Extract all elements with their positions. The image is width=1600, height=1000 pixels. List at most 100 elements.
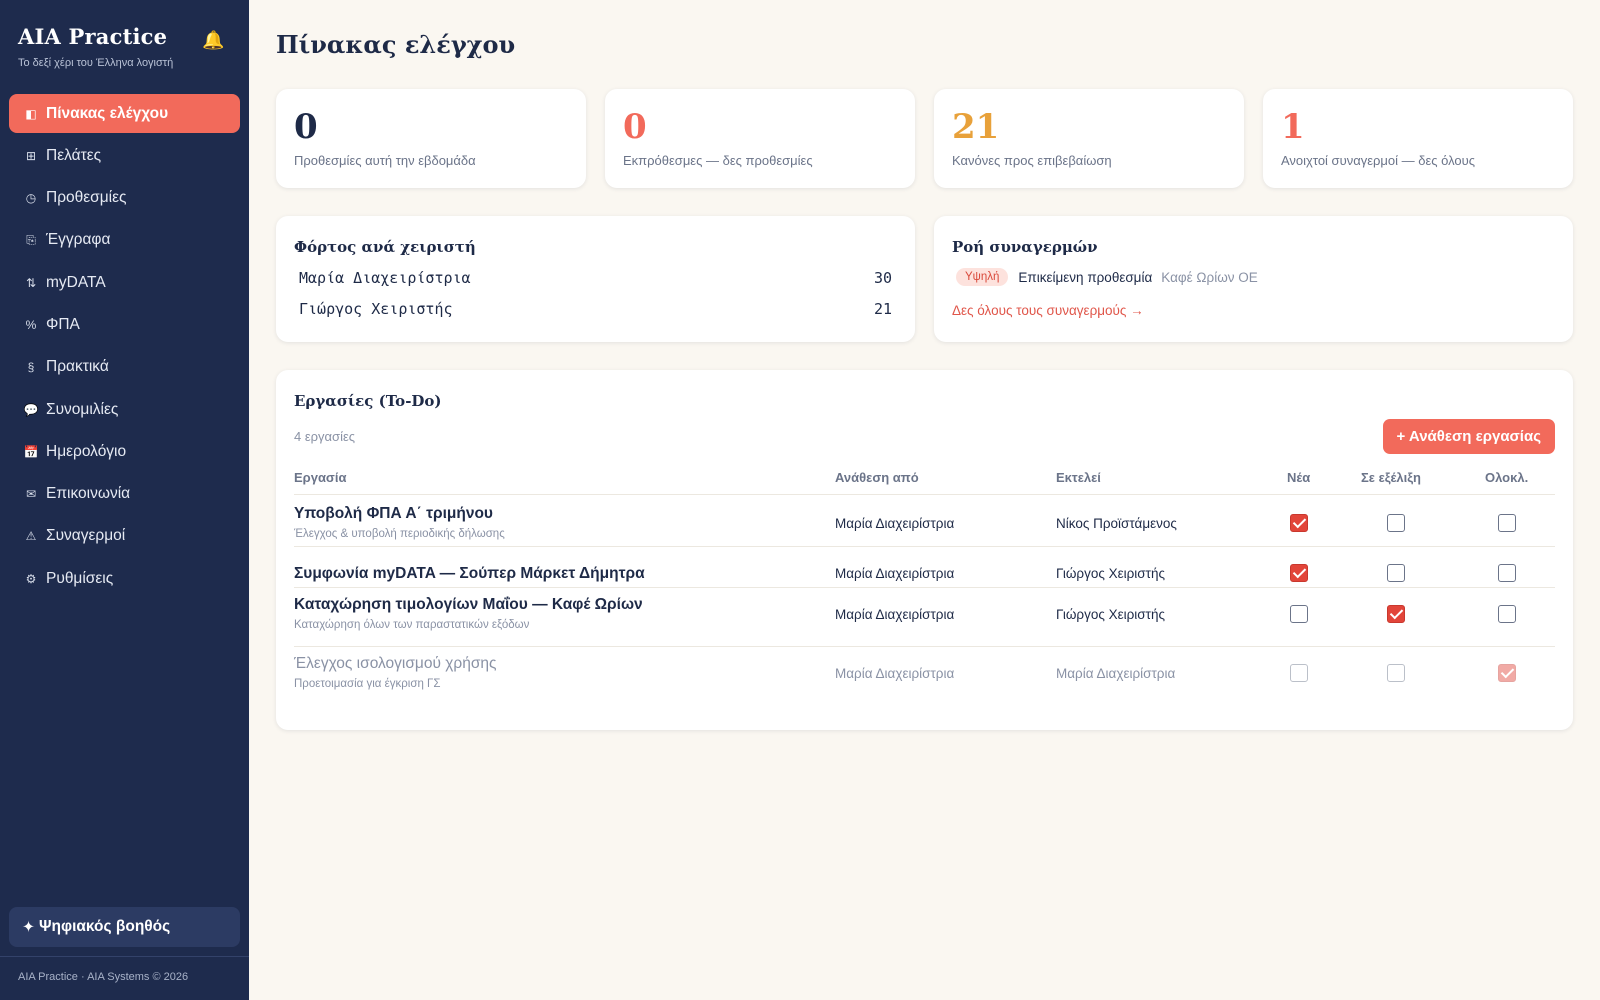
sidebar-nav: ◧ Πίνακας ελέγχου ⊞ Πελάτες ◷ Προθεσμίες ⎘ Έγγρ… [9, 94, 240, 602]
sidebar-item-label: Ημερολόγιο [46, 442, 127, 460]
bell-icon[interactable]: 🔔 [202, 30, 224, 51]
sparkle-icon: ✦ [22, 918, 35, 936]
sidebar-item-label: myDATA [46, 273, 106, 291]
sidebar-item-6[interactable]: § Πρακτικά [9, 348, 240, 387]
sidebar-item-10[interactable]: ⚠ Συναγερμοί [9, 517, 240, 556]
sidebar-item-4[interactable]: ⇅ myDATA [9, 263, 240, 302]
stat-value: 1 [1281, 107, 1305, 147]
digital-assistant-button[interactable]: ✦ Ψηφιακός βοηθός [9, 907, 240, 947]
brand-title: AIA Practice [18, 24, 168, 49]
header-divider [294, 494, 1555, 495]
sidebar-item-0[interactable]: ◧ Πίνακας ελέγχου [9, 94, 240, 133]
stat-card-overdue[interactable]: 0 Εκπρόθεσμες — δες προθεσμίες [605, 89, 915, 188]
todo-card: Εργασίες (To-Do) 4 εργασίες + Ανάθεση ερ… [276, 370, 1573, 730]
sidebar-item-label: Ρυθμίσεις [46, 569, 114, 587]
nav-icon: % [25, 317, 37, 332]
task-executor: Γιώργος Χειριστής [1056, 566, 1165, 581]
task-description: Καταχώρηση όλων των παραστατικών εξόδων [294, 619, 530, 631]
status-done-checkbox[interactable] [1498, 664, 1516, 682]
task-title[interactable]: Υποβολή ΦΠΑ Α΄ τριμήνου [294, 505, 493, 523]
nav-icon: 💬 [23, 402, 39, 417]
task-assigned-by: Μαρία Διαχειρίστρια [835, 566, 955, 581]
operator-name: Μαρία Διαχειρίστρια [299, 269, 471, 287]
alert-text: Επικείμενη προθεσμία [1018, 269, 1153, 285]
assistant-label: Ψηφιακός βοηθός [39, 918, 171, 935]
task-assigned-by: Μαρία Διαχειρίστρια [835, 607, 955, 622]
sidebar-item-5[interactable]: % ΦΠΑ [9, 305, 240, 344]
task-title[interactable]: Έλεγχος ισολογισμού χρήσης [294, 655, 496, 673]
nav-icon: ⚠ [25, 529, 37, 544]
sidebar-divider [0, 956, 249, 957]
alerts-card: Ροή συναγερμών Υψηλή Επικείμενη προθεσμί… [934, 216, 1573, 342]
sidebar-item-label: Έγγραφα [46, 231, 111, 249]
column-header-task: Εργασία [294, 470, 347, 485]
stat-card-rules-to-confirm[interactable]: 21 Κανόνες προς επιβεβαίωση [934, 89, 1244, 188]
assign-task-button[interactable]: + Ανάθεση εργασίας [1382, 419, 1555, 454]
stat-card-deadlines-week[interactable]: 0 Προθεσμίες αυτή την εβδομάδα [276, 89, 586, 188]
brand-subtitle: Το δεξί χέρι του Έλληνα λογιστή [18, 57, 174, 69]
task-title[interactable]: Συμφωνία myDATA — Σούπερ Μάρκετ Δήμητρα [294, 565, 645, 583]
task-description: Προετοιμασία για έγκριση ΓΣ [294, 678, 441, 690]
sidebar-item-label: Επικοινωνία [46, 485, 131, 503]
status-new-checkbox[interactable] [1290, 514, 1308, 532]
status-in-progress-checkbox[interactable] [1387, 564, 1405, 582]
sidebar-item-8[interactable]: 📅 Ημερολόγιο [9, 432, 240, 471]
operator-count: 21 [873, 300, 892, 318]
workload-row: Γιώργος Χειριστής 21 [299, 300, 892, 322]
status-done-checkbox[interactable] [1498, 564, 1516, 582]
nav-icon: ◧ [25, 106, 37, 121]
nav-icon: ◷ [25, 191, 37, 206]
task-title[interactable]: Καταχώρηση τιμολογίων Μαΐου — Καφέ Ωρίων [294, 596, 643, 614]
sidebar-item-2[interactable]: ◷ Προθεσμίες [9, 179, 240, 218]
status-done-checkbox[interactable] [1498, 605, 1516, 623]
sidebar-item-11[interactable]: ⚙ Ρυθμίσεις [9, 559, 240, 598]
workload-row: Μαρία Διαχειρίστρια 30 [299, 269, 892, 291]
todo-title: Εργασίες (To-Do) [294, 392, 442, 410]
nav-icon: ⊞ [25, 148, 37, 163]
sidebar-item-3[interactable]: ⎘ Έγγραφα [9, 221, 240, 260]
sidebar: AIA Practice Το δεξί χέρι του Έλληνα λογ… [0, 0, 249, 1000]
row-divider [294, 646, 1555, 647]
nav-icon: ⚙ [25, 571, 37, 586]
stat-label: Προθεσμίες αυτή την εβδομάδα [294, 153, 476, 168]
status-done-checkbox[interactable] [1498, 514, 1516, 532]
nav-icon: 📅 [23, 444, 39, 459]
status-new-checkbox[interactable] [1290, 605, 1308, 623]
nav-icon: ⎘ [26, 232, 36, 247]
stat-label: Εκπρόθεσμες — δες προθεσμίες [623, 153, 813, 168]
task-description: Έλεγχος & υποβολή περιοδικής δήλωσης [294, 528, 505, 540]
stat-label: Κανόνες προς επιβεβαίωση [952, 153, 1112, 168]
sidebar-item-9[interactable]: ✉ Επικοινωνία [9, 475, 240, 514]
stat-label: Ανοιχτοί συναγερμοί — δες όλους [1281, 153, 1476, 168]
workload-card: Φόρτος ανά χειριστή Μαρία Διαχειρίστρια … [276, 216, 915, 342]
operator-name: Γιώργος Χειριστής [299, 300, 453, 318]
sidebar-item-7[interactable]: 💬 Συνομιλίες [9, 390, 240, 429]
alert-client: Καφέ Ωρίων ΟΕ [1161, 269, 1258, 285]
stat-value: 0 [623, 107, 647, 147]
task-executor: Νίκος Προϊστάμενος [1056, 516, 1177, 531]
sidebar-item-1[interactable]: ⊞ Πελάτες [9, 136, 240, 175]
sidebar-item-label: Συναγερμοί [46, 527, 126, 545]
sidebar-item-label: Προθεσμίες [46, 189, 127, 207]
alert-item[interactable]: Υψηλή Επικείμενη προθεσμία Καφέ Ωρίων ΟΕ [956, 268, 1258, 286]
task-assigned-by: Μαρία Διαχειρίστρια [835, 666, 955, 681]
sidebar-item-label: Συνομιλίες [46, 400, 119, 418]
all-alerts-link[interactable]: Δες όλους τους συναγερμούς → [952, 303, 1144, 318]
stat-value: 21 [952, 107, 1000, 147]
workload-title: Φόρτος ανά χειριστή [294, 238, 476, 256]
status-new-checkbox[interactable] [1290, 564, 1308, 582]
status-in-progress-checkbox[interactable] [1387, 514, 1405, 532]
task-assigned-by: Μαρία Διαχειρίστρια [835, 516, 955, 531]
nav-icon: ⇅ [25, 275, 37, 290]
status-in-progress-checkbox[interactable] [1387, 605, 1405, 623]
alerts-title: Ροή συναγερμών [952, 238, 1098, 256]
status-new-checkbox[interactable] [1290, 664, 1308, 682]
status-in-progress-checkbox[interactable] [1387, 664, 1405, 682]
sidebar-item-label: Πελάτες [46, 146, 102, 164]
stat-card-open-alerts[interactable]: 1 Ανοιχτοί συναγερμοί — δες όλους [1263, 89, 1573, 188]
column-header-in-progress: Σε εξέλιξη [1361, 470, 1421, 485]
column-header-new: Νέα [1287, 470, 1311, 485]
task-executor: Μαρία Διαχειρίστρια [1056, 666, 1176, 681]
nav-icon: § [27, 360, 35, 375]
row-divider [294, 546, 1555, 547]
